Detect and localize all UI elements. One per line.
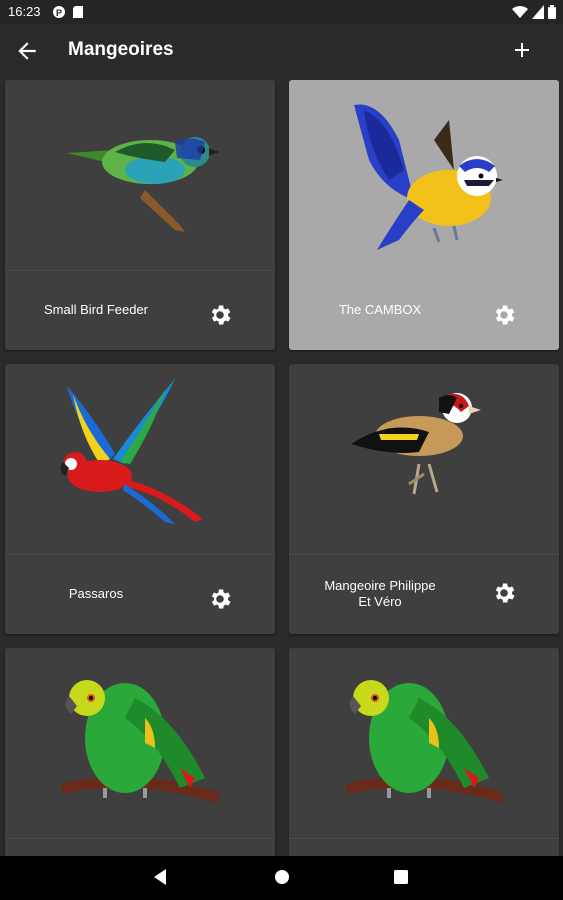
settings-gear-icon[interactable]: [491, 302, 517, 328]
feeder-card-passaros[interactable]: Passaros: [5, 364, 275, 634]
goldfinch-bird-image: [351, 393, 481, 495]
back-arrow-icon[interactable]: [14, 38, 40, 64]
feeder-name: Passaros: [68, 586, 124, 601]
svg-text:P: P: [56, 8, 62, 18]
settings-gear-icon[interactable]: [491, 580, 517, 606]
feeder-card-small-bird-feeder[interactable]: Small Bird Feeder: [5, 80, 275, 350]
battery-icon: [548, 5, 556, 19]
card-divider: [289, 554, 559, 555]
feeder-card-mangeoire-philippe[interactable]: Mangeoire Philippe Et Véro: [289, 364, 559, 634]
page-title: Mangeoires: [68, 39, 174, 60]
feeder-card-the-cambox[interactable]: The CAMBOX: [289, 80, 559, 350]
feeder-name: The CAMBOX: [338, 302, 422, 317]
feeder-name: Small Bird Feeder: [43, 302, 149, 317]
signal-icon: [532, 5, 544, 19]
feeder-card-5[interactable]: [5, 648, 275, 856]
card-divider: [5, 554, 275, 555]
green-amazon-parrot-image: [345, 680, 504, 803]
nav-home-icon[interactable]: [273, 868, 291, 886]
feeder-name: Mangeoire Philippe Et Véro: [305, 578, 455, 610]
card-divider: [289, 838, 559, 839]
card-divider: [5, 270, 275, 271]
nav-recents-icon[interactable]: [393, 868, 409, 886]
sd-card-icon: [73, 6, 83, 18]
blue-tit-bird-image: [354, 104, 503, 250]
system-nav-bar: [0, 856, 563, 900]
nav-back-icon[interactable]: [152, 868, 168, 886]
add-icon[interactable]: [510, 38, 534, 62]
macaw-parrot-image: [60, 379, 203, 524]
wifi-icon: [512, 5, 528, 19]
green-amazon-parrot-image: [61, 680, 220, 803]
feeder-grid: Small Bird Feeder The CAMBOX Passaros Ma…: [0, 76, 563, 856]
feeder-card-6[interactable]: [289, 648, 559, 856]
settings-gear-icon[interactable]: [207, 586, 233, 612]
feeder-name-line-2: Et Véro: [358, 594, 402, 609]
card-divider: [5, 838, 275, 839]
feeder-name-line-1: Mangeoire Philippe: [324, 578, 436, 593]
notification-icon: P: [53, 6, 65, 18]
app-bar: Mangeoires: [0, 24, 563, 76]
settings-gear-icon[interactable]: [207, 302, 233, 328]
colorful-tanager-bird-image: [67, 137, 219, 232]
status-bar: 16:23 P: [0, 0, 563, 24]
status-time: 16:23: [8, 4, 41, 19]
